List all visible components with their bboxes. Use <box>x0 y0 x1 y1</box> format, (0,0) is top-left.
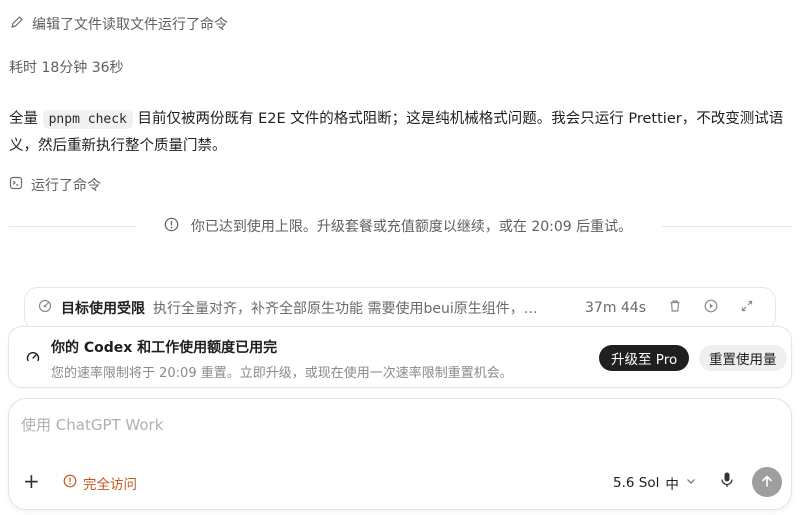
task-description: 执行全量对齐，补齐全部原生功能 需要使用beui原生组件，… <box>153 301 538 317</box>
info-icon <box>164 217 179 236</box>
edit-summary-text: 编辑了文件读取文件运行了命令 <box>32 17 228 33</box>
model-selector[interactable]: 5.6 Sol 中 <box>613 473 697 493</box>
ran-command-line[interactable]: 运行了命令 <box>9 175 101 195</box>
model-label: 5.6 Sol <box>613 475 660 491</box>
edit-summary[interactable]: 编辑了文件读取文件运行了命令 <box>10 14 228 34</box>
usage-limit-text: 你已达到使用上限。升级套餐或充值额度以继续，或在 20:09 后重试。 <box>186 216 637 236</box>
gauge-icon <box>25 349 41 369</box>
play-icon[interactable] <box>704 299 718 317</box>
task-time: 37m 44s <box>585 300 647 316</box>
send-button[interactable] <box>752 467 782 497</box>
message-text-pre: 全量 <box>9 111 43 127</box>
access-mode-button[interactable]: 完全访问 <box>63 473 137 493</box>
plus-icon[interactable]: + <box>23 471 40 491</box>
upgrade-pro-button[interactable]: 升级至 Pro <box>599 345 690 371</box>
task-card[interactable]: 目标使用受限 执行全量对齐，补齐全部原生功能 需要使用beui原生组件，… 37… <box>24 287 776 331</box>
mic-icon[interactable] <box>719 471 735 493</box>
prompt-input[interactable] <box>21 411 781 439</box>
arrow-up-icon <box>760 473 774 492</box>
expand-icon[interactable] <box>740 299 754 317</box>
warning-icon <box>63 474 77 492</box>
ran-command-text: 运行了命令 <box>31 178 101 194</box>
inline-code: pnpm check <box>42 110 133 129</box>
trash-icon[interactable] <box>668 299 682 317</box>
terminal-icon <box>9 176 23 194</box>
reset-usage-button[interactable]: 重置使用量 <box>699 345 787 371</box>
pencil-icon <box>10 15 24 33</box>
effort-label: 中 <box>665 477 679 493</box>
usage-title: 你的 Codex 和工作使用额度已用完 <box>51 340 278 356</box>
usage-exhausted-card: 你的 Codex 和工作使用额度已用完 您的速率限制将于 20:09 重置。立即… <box>8 326 792 388</box>
elapsed-time: 耗时 18分钟 36秒 <box>9 60 124 76</box>
usage-limit-notice: 你已达到使用上限。升级套餐或充值额度以继续，或在 20:09 后重试。 <box>0 216 800 236</box>
usage-subtitle: 您的速率限制将于 20:09 重置。立即升级，或现在使用一次速率限制重置机会。 <box>51 366 513 381</box>
task-title: 目标使用受限 <box>61 301 145 317</box>
chevron-down-icon <box>685 475 697 491</box>
target-icon <box>37 298 53 318</box>
assistant-message: 全量 pnpm check 目前仅被两份既有 E2E 文件的格式阻断；这是纯机械… <box>9 106 794 159</box>
access-mode-label: 完全访问 <box>83 477 137 493</box>
composer: + 完全访问 5.6 Sol 中 <box>8 398 792 510</box>
